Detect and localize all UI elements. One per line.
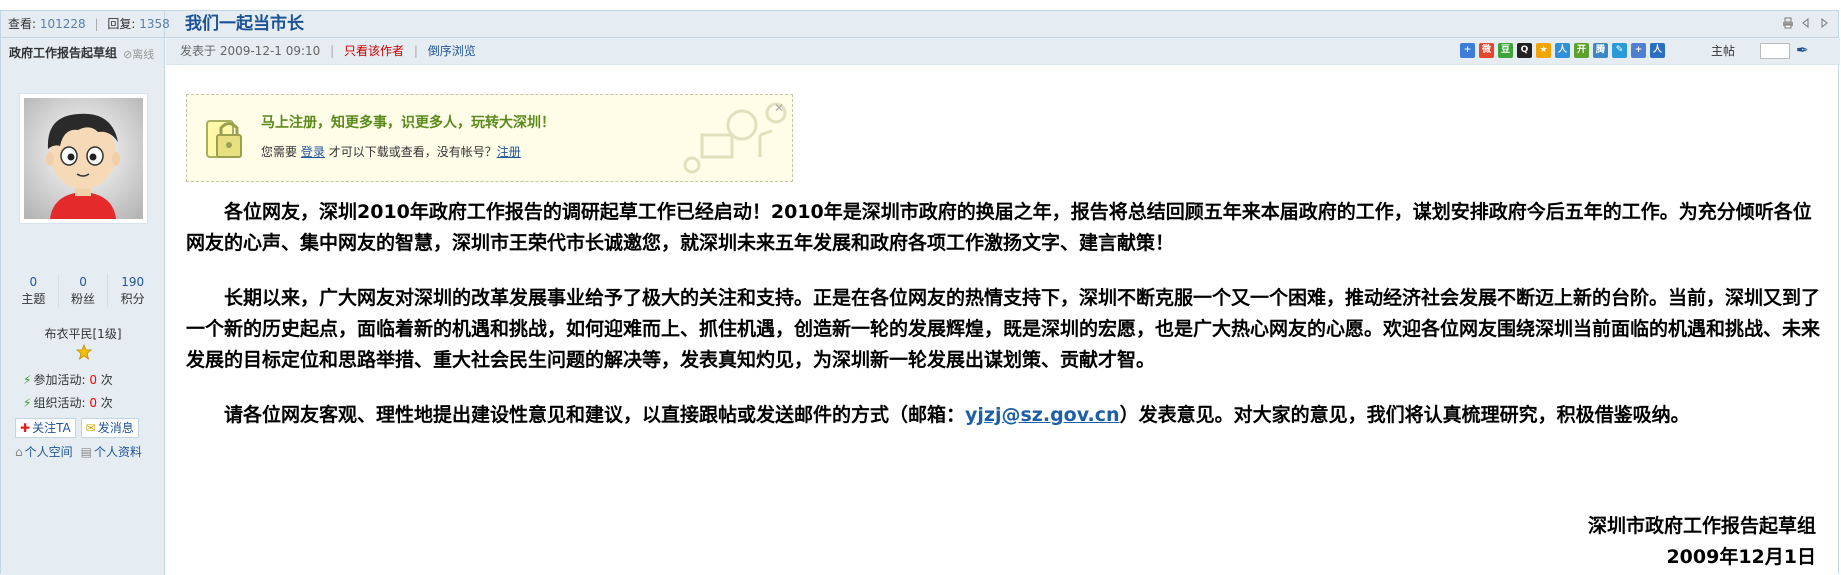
share-qq-icon[interactable]: Q (1517, 43, 1532, 58)
stat-label: 主题 (21, 292, 46, 306)
user-rank[interactable]: 布衣平民[1级] (1, 325, 165, 342)
views-count: 101228 (39, 17, 86, 31)
thread-header: 查看: 101228 | 回复: 1358 我们一起当市长 (1, 11, 1838, 38)
email-link[interactable]: yjzj@sz.gov.cn (965, 404, 1120, 426)
paragraph-3-before: 请各位网友客观、理性地提出建设性意见和建议，以直接跟帖或发送邮件的方式（邮箱： (224, 404, 966, 426)
activity-count: 0 (89, 396, 97, 410)
envelope-icon: ✉ (85, 421, 96, 435)
offline-icon: ⊘ (123, 48, 133, 61)
thread-title[interactable]: 我们一起当市长 (185, 11, 304, 37)
share-kaixin-icon[interactable]: 开 (1574, 43, 1589, 58)
author-stats: 0 主题 0 粉丝 190 积分 (9, 274, 157, 308)
stat-label: 积分 (120, 292, 145, 306)
post-meta-bar: 发表于 2009-12-1 09:10 | 只看该作者 | 倒序浏览 + 微 豆… (166, 38, 1840, 65)
stat-value: 190 (121, 275, 145, 289)
avatar[interactable] (19, 93, 148, 224)
personal-space-link[interactable]: ⌂ 个人空间 (15, 443, 73, 460)
print-icon[interactable] (1782, 17, 1794, 29)
notice-text: 您需要 登录 才可以下载或查看，没有帐号？注册 (261, 143, 521, 160)
post-frame: 查看: 101228 | 回复: 1358 我们一起当市长 政府工作报告起草组 … (0, 10, 1840, 575)
organized-activities: ⚡ 组织活动: 0 次 (23, 394, 113, 411)
thread-tools (1782, 17, 1830, 29)
activity-label: 组织活动: (33, 396, 86, 410)
star-icon (75, 343, 93, 360)
author-actions: ✚ 关注TA ✉ 发消息 (15, 418, 139, 438)
stat-value: 0 (79, 275, 87, 289)
activity-unit: 次 (100, 396, 113, 410)
notice-headline: 马上注册，知更多事，识更多人，玩转大深圳！ (261, 115, 555, 131)
share-edit-icon[interactable]: ✎ (1612, 43, 1627, 58)
online-status: ⊘离线 (123, 46, 154, 62)
post-content: 各位网友，深圳2010年政府工作报告的调研起草工作已经启动！2010年是深圳市政… (186, 197, 1826, 455)
profile-link[interactable]: ▤ 个人资料 (81, 443, 142, 460)
author-name[interactable]: 政府工作报告起草组 (9, 46, 121, 61)
activity-icon: ⚡ (23, 396, 32, 410)
status-text: 离线 (132, 48, 155, 61)
post-time: 发表于 2009-12-1 09:10 (180, 44, 321, 58)
space-label: 个人空间 (24, 445, 73, 459)
only-author-link[interactable]: 只看该作者 (344, 44, 404, 58)
stat-points[interactable]: 190 积分 (108, 274, 157, 308)
prev-icon[interactable] (1800, 17, 1812, 29)
activity-icon: ⚡ (23, 373, 32, 387)
stats-divider: | (94, 17, 99, 31)
paragraph-3-after: ）发表意见。对大家的意见，我们将认真梳理研究，积极借鉴吸纳。 (1119, 404, 1690, 426)
activity-count: 0 (89, 373, 97, 387)
login-link[interactable]: 登录 (301, 145, 325, 159)
stat-value: 0 (29, 275, 38, 289)
signature-org: 深圳市政府工作报告起草组 (1587, 515, 1816, 537)
author-sidebar: 政府工作报告起草组 ⊘离线 0 主题 0 粉丝 190 积分 布衣平民[1级] … (1, 38, 165, 575)
register-link[interactable]: 注册 (497, 145, 521, 159)
notice-prefix: 您需要 (261, 145, 298, 159)
floor-jump-input[interactable] (1760, 43, 1790, 59)
post-meta: 发表于 2009-12-1 09:10 | 只看该作者 | 倒序浏览 (180, 38, 476, 64)
author-links: ⌂ 个人空间 ▤ 个人资料 (15, 443, 142, 460)
signature-date: 2009年12月1日 (1666, 546, 1816, 568)
share-weibo-icon[interactable]: 微 (1479, 43, 1494, 58)
share-tqq-icon[interactable]: 腾 (1593, 43, 1608, 58)
share-qzone-icon[interactable]: ★ (1536, 43, 1551, 58)
share-user-icon[interactable]: 人 (1650, 43, 1665, 58)
share-add-icon[interactable]: + (1460, 43, 1475, 58)
follow-button[interactable]: ✚ 关注TA (15, 418, 76, 438)
replies-label: 回复: (107, 17, 136, 31)
share-toolbar: + 微 豆 Q ★ 人 开 腾 ✎ + 人 (1460, 43, 1665, 58)
activity-label: 参加活动: (33, 373, 86, 387)
home-icon: ⌂ (15, 445, 23, 459)
meta-divider: | (413, 44, 418, 58)
notice-middle: 才可以下载或查看，没有帐号？ (328, 145, 497, 159)
plus-icon: ✚ (20, 421, 31, 435)
share-more-icon[interactable]: + (1631, 43, 1646, 58)
document-icon: ▤ (80, 445, 92, 459)
views-label: 查看: (8, 17, 37, 31)
stat-threads[interactable]: 0 主题 (9, 274, 59, 308)
replies-count: 1358 (139, 17, 170, 31)
message-button[interactable]: ✉ 发消息 (80, 418, 139, 438)
next-icon[interactable] (1818, 17, 1830, 29)
lock-icon (205, 113, 247, 163)
stat-label: 粉丝 (71, 292, 96, 306)
login-notice: 马上注册，知更多事，识更多人，玩转大深圳！ 您需要 登录 才可以下载或查看，没有… (186, 94, 793, 182)
message-label: 发消息 (97, 421, 134, 435)
joined-activities: ⚡ 参加活动: 0 次 (23, 371, 113, 388)
close-icon[interactable]: ✕ (774, 101, 784, 115)
share-douban-icon[interactable]: 豆 (1498, 43, 1513, 58)
thread-stats: 查看: 101228 | 回复: 1358 (1, 11, 170, 37)
stat-fans[interactable]: 0 粉丝 (59, 274, 109, 308)
share-renren-icon[interactable]: 人 (1555, 43, 1570, 58)
meta-divider: | (330, 44, 335, 58)
reverse-order-link[interactable]: 倒序浏览 (428, 44, 476, 58)
follow-label: 关注TA (32, 421, 71, 435)
signature: 深圳市政府工作报告起草组 2009年12月1日 (1588, 511, 1816, 573)
pen-icon[interactable]: ✒ (1796, 41, 1809, 59)
post-paragraph-3: 请各位网友客观、理性地提出建设性意见和建议，以直接跟帖或发送邮件的方式（邮箱：y… (186, 400, 1826, 431)
post-paragraph-1: 各位网友，深圳2010年政府工作报告的调研起草工作已经启动！2010年是深圳市政… (186, 201, 1812, 254)
avatar-image (24, 98, 143, 219)
floor-label: 主帖 (1711, 44, 1736, 58)
profile-label: 个人资料 (93, 445, 142, 459)
activity-unit: 次 (100, 373, 113, 387)
post-paragraph-2: 长期以来，广大网友对深圳的改革发展事业给予了极大的关注和支持。正是在各位网友的热… (186, 287, 1821, 371)
